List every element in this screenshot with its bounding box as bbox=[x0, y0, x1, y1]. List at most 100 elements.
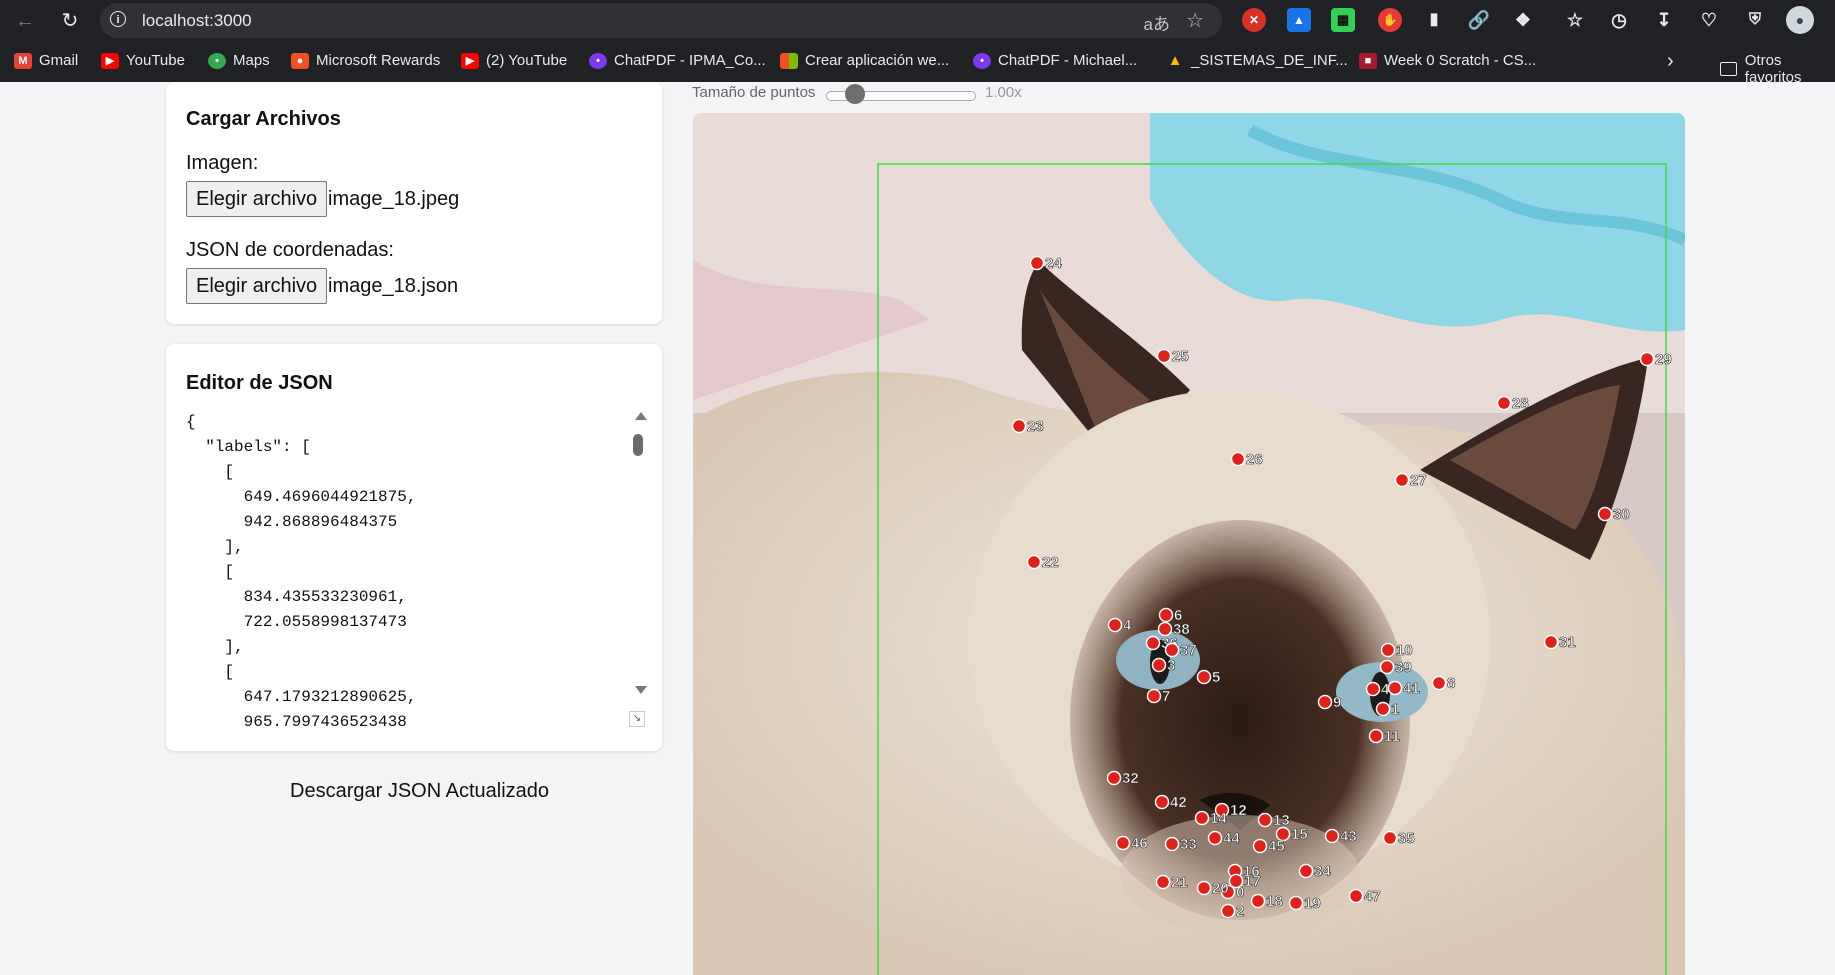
keypoint-6[interactable] bbox=[1158, 607, 1174, 623]
upload-card-title: Cargar Archivos bbox=[186, 108, 341, 130]
editor-scrollbar[interactable] bbox=[630, 410, 647, 694]
keypoint-26[interactable] bbox=[1230, 451, 1246, 467]
keypoint-24[interactable] bbox=[1029, 255, 1045, 271]
address-bar[interactable]: i localhost:3000 aあ ☆ bbox=[100, 3, 1222, 38]
json-editor-textarea[interactable]: { "labels": [ [ 649.4696044921875, 942.8… bbox=[186, 410, 642, 727]
history-icon[interactable]: ◷ bbox=[1607, 8, 1631, 32]
keypoint-47[interactable] bbox=[1348, 888, 1364, 904]
keypoint-46[interactable] bbox=[1115, 835, 1131, 851]
keypoint-7[interactable] bbox=[1146, 688, 1162, 704]
bookmark-week0-scratch[interactable]: ■ Week 0 Scratch - CS... bbox=[1359, 52, 1536, 69]
extensions-puzzle-icon[interactable]: ❖ bbox=[1511, 8, 1535, 32]
back-icon[interactable]: ← bbox=[12, 8, 38, 34]
health-icon[interactable]: ♡ bbox=[1697, 8, 1721, 32]
keypoint-29[interactable] bbox=[1639, 351, 1655, 367]
keypoint-32[interactable] bbox=[1106, 770, 1122, 786]
favorites-icon[interactable]: ☆ bbox=[1563, 8, 1587, 32]
extension-red-icon[interactable]: ✋ bbox=[1378, 8, 1402, 32]
keypoint-43[interactable] bbox=[1324, 828, 1340, 844]
keypoint-3[interactable] bbox=[1151, 657, 1167, 673]
extension-green-icon[interactable]: ▩ bbox=[1331, 8, 1355, 32]
keypoint-5[interactable] bbox=[1196, 669, 1212, 685]
keypoint-41[interactable] bbox=[1387, 680, 1403, 696]
keypoint-28[interactable] bbox=[1496, 395, 1512, 411]
keypoint-39[interactable] bbox=[1379, 659, 1395, 675]
bookmark-youtube-2[interactable]: ▶ (2) YouTube bbox=[461, 52, 567, 69]
profile-avatar[interactable]: ● bbox=[1786, 6, 1814, 34]
keypoint-38[interactable] bbox=[1157, 621, 1173, 637]
site-info-icon[interactable]: i bbox=[110, 11, 126, 27]
choose-image-button[interactable]: Elegir archivo bbox=[186, 181, 328, 217]
keypoint-label-23: 23 bbox=[1027, 418, 1044, 435]
keypoint-label-13: 13 bbox=[1273, 812, 1290, 829]
bookmark-microsoft-rewards[interactable]: ● Microsoft Rewards bbox=[291, 52, 440, 69]
download-icon[interactable]: ↧ bbox=[1652, 8, 1676, 32]
keypoint-4[interactable] bbox=[1107, 617, 1123, 633]
keypoint-35[interactable] bbox=[1382, 830, 1398, 846]
choose-json-button[interactable]: Elegir archivo bbox=[186, 268, 328, 304]
keypoint-27[interactable] bbox=[1394, 472, 1410, 488]
bookmark-label: _SISTEMAS_DE_INF... bbox=[1191, 52, 1348, 69]
keypoint-8[interactable] bbox=[1431, 675, 1447, 691]
bookmark-gmail[interactable]: M Gmail bbox=[14, 52, 78, 69]
keypoint-33[interactable] bbox=[1164, 836, 1180, 852]
keypoint-19[interactable] bbox=[1288, 895, 1304, 911]
keypoint-9[interactable] bbox=[1317, 694, 1333, 710]
bookmark-chatpdf-ipma[interactable]: • ChatPDF - IPMA_Co... bbox=[589, 52, 766, 69]
bookmark-label: Gmail bbox=[39, 52, 79, 69]
keypoint-40[interactable] bbox=[1365, 681, 1381, 697]
resize-grip-icon[interactable]: ↘ bbox=[629, 711, 645, 727]
browser-toolbar: ← ↻ i localhost:3000 aあ ☆ ✕ ▲ ▩ ✋ ▮ 🔗 ❖ … bbox=[0, 0, 1835, 42]
download-json-button[interactable]: Descargar JSON Actualizado bbox=[290, 780, 549, 803]
url-text[interactable]: localhost:3000 bbox=[142, 11, 252, 31]
ublock-icon[interactable]: ✕ bbox=[1242, 8, 1266, 32]
json-editor-title: Editor de JSON bbox=[186, 372, 333, 394]
translate-icon[interactable]: aあ bbox=[1144, 10, 1170, 35]
keypoint-30[interactable] bbox=[1597, 506, 1613, 522]
keypoint-label-1: 1 bbox=[1391, 701, 1399, 718]
keypoint-21[interactable] bbox=[1155, 874, 1171, 890]
upload-card: Cargar Archivos Imagen: Elegir archivo i… bbox=[166, 82, 662, 324]
scroll-up-icon[interactable] bbox=[635, 412, 647, 420]
keypoint-13[interactable] bbox=[1257, 812, 1273, 828]
image-canvas[interactable]: 0123456789101112131415161718 192021222324… bbox=[693, 113, 1685, 975]
star-icon[interactable]: ☆ bbox=[1186, 8, 1204, 33]
keypoint-11[interactable] bbox=[1368, 728, 1384, 744]
keypoint-22[interactable] bbox=[1026, 554, 1042, 570]
keypoint-23[interactable] bbox=[1011, 418, 1027, 434]
chevron-right-icon[interactable]: › bbox=[1667, 50, 1674, 73]
gmail-icon: M bbox=[14, 52, 32, 69]
bookmark-sistemas[interactable]: ▲ _SISTEMAS_DE_INF... bbox=[1166, 52, 1348, 69]
link-icon[interactable]: 🔗 bbox=[1467, 8, 1491, 32]
scroll-thumb[interactable] bbox=[633, 434, 643, 456]
bookmark-crear-aplicacion[interactable]: Crear aplicación we... bbox=[780, 52, 949, 69]
document-icon[interactable]: ▮ bbox=[1422, 8, 1446, 32]
keypoint-42[interactable] bbox=[1154, 794, 1170, 810]
chatpdf-icon: • bbox=[589, 52, 607, 69]
annotated-image[interactable]: 0 1 2 3 4 5 6 7 8 9 10 11 12 13 14 15 16 17 18 19 20 21 22 23 24… bbox=[693, 113, 1685, 975]
keypoint-1[interactable] bbox=[1375, 701, 1391, 717]
bookmark-chatpdf-michael[interactable]: • ChatPDF - Michael... bbox=[973, 52, 1137, 69]
bookmark-youtube[interactable]: ▶ YouTube bbox=[101, 52, 185, 69]
bookmark-label: ChatPDF - IPMA_Co... bbox=[614, 52, 766, 69]
reload-icon[interactable]: ↻ bbox=[57, 8, 83, 34]
keypoint-17[interactable] bbox=[1228, 873, 1244, 889]
other-bookmarks[interactable]: Otros favoritos bbox=[1720, 52, 1835, 86]
keypoint-37[interactable] bbox=[1164, 642, 1180, 658]
keypoint-10[interactable] bbox=[1380, 642, 1396, 658]
keypoint-20[interactable] bbox=[1196, 880, 1212, 896]
extension-blue-icon[interactable]: ▲ bbox=[1287, 8, 1311, 32]
bookmark-maps[interactable]: • Maps bbox=[208, 52, 270, 69]
scroll-down-icon[interactable] bbox=[635, 686, 647, 694]
keypoint-34[interactable] bbox=[1298, 863, 1314, 879]
keypoint-36[interactable] bbox=[1145, 635, 1161, 651]
keypoint-14[interactable] bbox=[1194, 810, 1210, 826]
keypoint-18[interactable] bbox=[1250, 893, 1266, 909]
keypoint-45[interactable] bbox=[1252, 838, 1268, 854]
shield-icon[interactable]: ⛨ bbox=[1743, 8, 1767, 32]
keypoint-label-37: 37 bbox=[1180, 642, 1197, 659]
keypoint-31[interactable] bbox=[1543, 634, 1559, 650]
keypoint-44[interactable] bbox=[1207, 830, 1223, 846]
keypoint-25[interactable] bbox=[1156, 348, 1172, 364]
keypoint-2[interactable] bbox=[1220, 903, 1236, 919]
